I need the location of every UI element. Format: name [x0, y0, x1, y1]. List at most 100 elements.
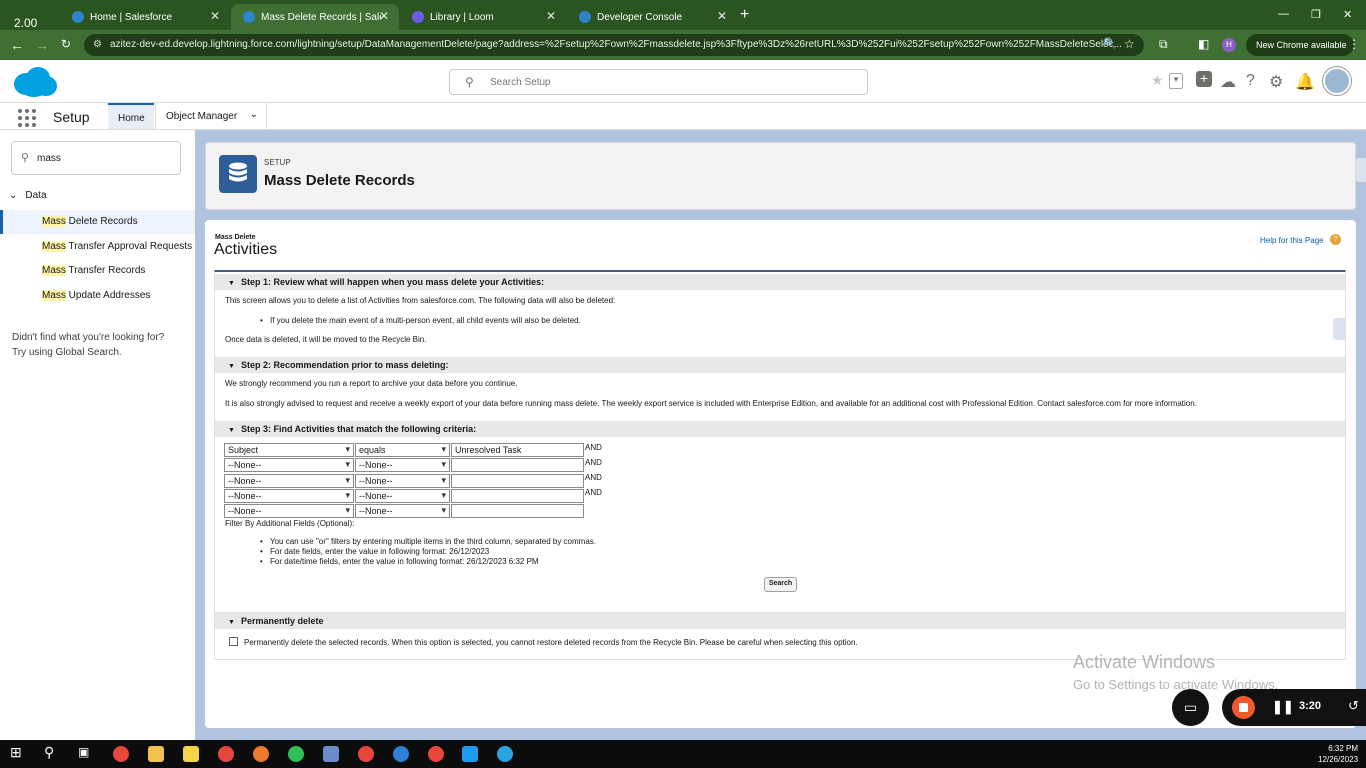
- criteria-operator-select[interactable]: --None--: [355, 504, 450, 518]
- loom-recording-controls: ❚❚ 3:20 ↺: [1222, 689, 1366, 726]
- avatar[interactable]: [1323, 67, 1351, 95]
- back-icon[interactable]: ←: [10, 37, 24, 53]
- criteria-value-input[interactable]: [451, 474, 584, 488]
- tab-home-salesforce[interactable]: Home | Salesforce ✕: [60, 4, 230, 30]
- file-explorer-icon[interactable]: [148, 746, 164, 762]
- step1-bullet: If you delete the main event of a multi-…: [260, 316, 581, 325]
- sidebar-item-mass-transfer-approval-requests[interactable]: Mass Transfer Approval Requests: [0, 235, 195, 259]
- criteria-field-select[interactable]: --None--: [224, 489, 354, 503]
- criteria-operator-select[interactable]: --None--: [355, 489, 450, 503]
- gear-icon[interactable]: ⚙: [1269, 72, 1283, 92]
- new-chrome-available-button[interactable]: New Chrome available: [1246, 34, 1354, 56]
- close-tab-icon[interactable]: ✕: [717, 9, 727, 23]
- app-icon[interactable]: [393, 746, 409, 762]
- criteria-field-select[interactable]: --None--: [224, 504, 354, 518]
- salesforce-logo-icon[interactable]: [12, 66, 58, 98]
- search-button[interactable]: Search: [764, 577, 797, 592]
- tab-object-manager[interactable]: Object Manager ⌄: [155, 103, 267, 129]
- chevron-down-icon[interactable]: ⌄: [250, 109, 258, 120]
- reload-icon[interactable]: ↻: [61, 37, 71, 51]
- step1-header[interactable]: ▼ Step 1: Review what will happen when yo…: [215, 274, 1345, 290]
- app-launcher-icon[interactable]: [18, 109, 36, 127]
- stop-recording-button[interactable]: [1232, 696, 1255, 719]
- task-view-icon[interactable]: ▣: [78, 745, 94, 761]
- chrome-taskbar-icon[interactable]: [113, 746, 129, 762]
- side-panel-icon[interactable]: ◧: [1198, 37, 1209, 51]
- app-icon[interactable]: [323, 746, 339, 762]
- close-tab-icon[interactable]: ✕: [546, 9, 556, 23]
- criteria-field-select[interactable]: --None--: [224, 474, 354, 488]
- criteria-operator-select[interactable]: --None--: [355, 458, 450, 472]
- close-tab-icon[interactable]: ✕: [210, 9, 220, 23]
- perm-delete-header[interactable]: ▼ Permanently delete: [215, 613, 1345, 629]
- help-icon[interactable]: ?: [1330, 234, 1341, 245]
- restore-icon[interactable]: ❐: [1311, 8, 1321, 21]
- global-actions-icon[interactable]: +: [1196, 71, 1212, 87]
- extensions-icon[interactable]: ⧉: [1159, 37, 1168, 52]
- sidebar-item-mass-transfer-records[interactable]: Mass Transfer Records: [0, 259, 195, 283]
- step2-header[interactable]: ▼ Step 2: Recommendation prior to mass de…: [215, 357, 1345, 373]
- criteria-join-label: AND: [585, 488, 602, 497]
- filter-tip: For date/time fields, enter the value in…: [260, 557, 539, 566]
- criteria-operator-select[interactable]: equals: [355, 443, 450, 457]
- criteria-field-select[interactable]: Subject: [224, 443, 354, 457]
- utility-collapse-handle[interactable]: [1356, 158, 1366, 182]
- bookmark-star-icon[interactable]: ☆: [1124, 37, 1135, 51]
- favorites-star-icon[interactable]: ★: [1151, 72, 1164, 89]
- criteria-field-select[interactable]: --None--: [224, 458, 354, 472]
- tab-home[interactable]: Home: [108, 103, 154, 129]
- criteria-operator-select[interactable]: --None--: [355, 474, 450, 488]
- close-tab-icon[interactable]: ✕: [379, 9, 389, 23]
- sidebar-item-mass-update-addresses[interactable]: Mass Update Addresses: [0, 284, 195, 308]
- filter-tip: For date fields, enter the value in foll…: [260, 547, 489, 556]
- whatsapp-icon[interactable]: [288, 746, 304, 762]
- criteria-value-input[interactable]: [451, 504, 584, 518]
- filter-tip: You can use "or" filters by entering mul…: [260, 537, 596, 546]
- site-info-icon[interactable]: ⚙: [93, 39, 102, 50]
- search-icon[interactable]: ⚲: [44, 744, 60, 760]
- camera-icon[interactable]: ▭: [1172, 689, 1209, 726]
- telegram-icon[interactable]: [497, 746, 513, 762]
- help-for-this-page-link[interactable]: Help for this Page: [1260, 236, 1324, 245]
- postman-icon[interactable]: [253, 746, 269, 762]
- skype-icon[interactable]: [462, 746, 478, 762]
- help-icon[interactable]: ?: [1246, 72, 1255, 90]
- permanently-delete-checkbox[interactable]: [229, 637, 238, 646]
- chrome-profile-icon[interactable]: [358, 746, 374, 762]
- minimize-icon[interactable]: —: [1278, 8, 1289, 20]
- url-field[interactable]: ⚙ azitez-dev-ed.develop.lightning.force.…: [84, 34, 1144, 56]
- sidebar-item-mass-delete-records[interactable]: Mass Delete Records: [0, 210, 195, 234]
- tab-developer-console[interactable]: Developer Console ✕: [567, 4, 737, 30]
- new-tab-button[interactable]: +: [740, 6, 749, 24]
- database-icon: [219, 155, 257, 193]
- forward-icon[interactable]: →: [35, 37, 49, 53]
- sticky-notes-icon[interactable]: [183, 746, 199, 762]
- pause-icon[interactable]: ❚❚: [1272, 699, 1294, 715]
- quick-find-input[interactable]: ⚲ mass: [11, 141, 181, 175]
- chrome-profile-icon[interactable]: [218, 746, 234, 762]
- chrome-menu-icon[interactable]: ⋮: [1348, 37, 1360, 51]
- salesforce-favicon-icon: [243, 11, 255, 23]
- criteria-value-input[interactable]: Unresolved Task: [451, 443, 584, 457]
- step3-header[interactable]: ▼ Step 3: Find Activities that match the …: [215, 421, 1345, 437]
- windows-start-icon[interactable]: ⊞: [10, 744, 26, 760]
- criteria-value-input[interactable]: [451, 458, 584, 472]
- close-window-icon[interactable]: ✕: [1343, 8, 1352, 21]
- restart-icon[interactable]: ↺: [1348, 698, 1359, 714]
- app-title: Setup: [53, 109, 90, 125]
- criteria-value-input[interactable]: [451, 489, 584, 503]
- profile-icon[interactable]: H: [1222, 38, 1236, 52]
- search-setup-input[interactable]: ⚲ Search Setup: [449, 69, 868, 95]
- notification-bell-icon[interactable]: 🔔: [1295, 72, 1315, 92]
- system-clock[interactable]: 6:32 PM 12/26/2023: [1318, 743, 1358, 765]
- tab-library-loom[interactable]: Library | Loom ✕: [400, 4, 566, 30]
- favorites-list-icon[interactable]: ▾: [1169, 73, 1183, 89]
- chrome-profile-icon[interactable]: [428, 746, 444, 762]
- trailhead-icon[interactable]: ☁: [1220, 72, 1236, 92]
- zoom-icon[interactable]: 🔍: [1103, 37, 1117, 50]
- tree-node-data[interactable]: ⌄ Data: [9, 190, 47, 201]
- setup-nav-bar: Setup Home Object Manager ⌄: [0, 102, 1366, 130]
- recording-timer: 3:20: [1299, 700, 1322, 712]
- panel-collapse-handle[interactable]: [1333, 318, 1345, 340]
- tab-mass-delete-records[interactable]: Mass Delete Records | Salesforc ✕: [231, 4, 399, 30]
